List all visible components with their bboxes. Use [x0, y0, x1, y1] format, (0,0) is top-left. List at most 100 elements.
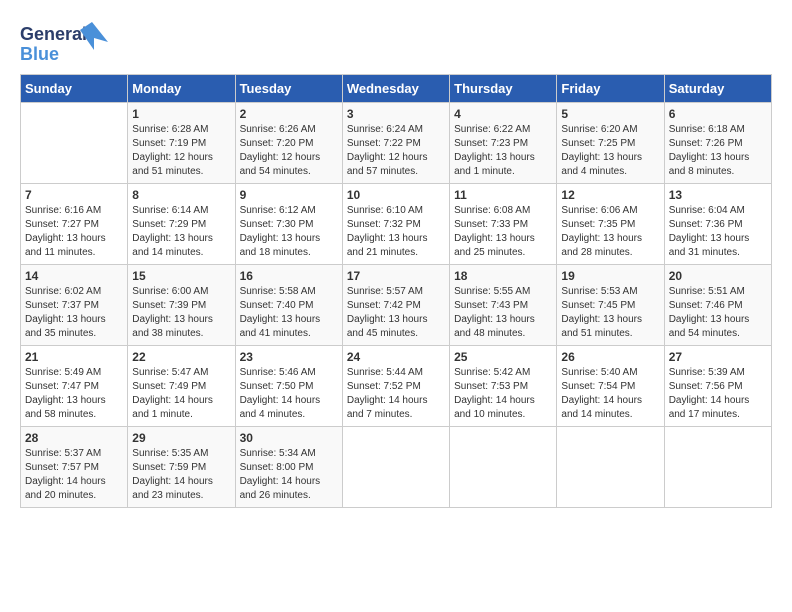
calendar-cell: 21 Sunrise: 5:49 AMSunset: 7:47 PMDayligh… [21, 346, 128, 427]
day-info: Sunrise: 6:12 AMSunset: 7:30 PMDaylight:… [240, 204, 338, 260]
calendar-cell: 2 Sunrise: 6:26 AMSunset: 7:20 PMDaylight… [235, 103, 342, 184]
page-header: GeneralBlue [20, 20, 772, 64]
day-number: 12 [561, 188, 659, 202]
day-info: Sunrise: 5:42 AMSunset: 7:53 PMDaylight:… [454, 366, 552, 422]
day-info: Sunrise: 5:53 AMSunset: 7:45 PMDaylight:… [561, 285, 659, 341]
day-info: Sunrise: 5:37 AMSunset: 7:57 PMDaylight:… [25, 447, 123, 503]
calendar-cell: 28Sunrise: 5:37 AMSunset: 7:57 PMDayligh… [21, 427, 128, 508]
calendar-cell: 14Sunrise: 6:02 AMSunset: 7:37 PMDayligh… [21, 265, 128, 346]
day-number: 15 [132, 269, 230, 283]
day-info: Sunrise: 5:35 AMSunset: 7:59 PMDaylight:… [132, 447, 230, 503]
day-info: Sunrise: 5:40 AMSunset: 7:54 PMDaylight:… [561, 366, 659, 422]
calendar-cell: 1 Sunrise: 6:28 AMSunset: 7:19 PMDaylight… [128, 103, 235, 184]
day-number: 11 [454, 188, 552, 202]
calendar-cell: 26Sunrise: 5:40 AMSunset: 7:54 PMDayligh… [557, 346, 664, 427]
day-info: Sunrise: 5:47 AMSunset: 7:49 PMDaylight:… [132, 366, 230, 422]
calendar-cell: 10Sunrise: 6:10 AMSunset: 7:32 PMDayligh… [342, 184, 449, 265]
calendar-week-row: 14Sunrise: 6:02 AMSunset: 7:37 PMDayligh… [21, 265, 772, 346]
day-number: 29 [132, 431, 230, 445]
calendar-cell: 13 Sunrise: 6:04 AMSunset: 7:36 PMDayligh… [664, 184, 771, 265]
day-number: 14 [25, 269, 123, 283]
calendar-week-row: 21 Sunrise: 5:49 AMSunset: 7:47 PMDayligh… [21, 346, 772, 427]
day-info: Sunrise: 6:00 AMSunset: 7:39 PMDaylight:… [132, 285, 230, 341]
day-info: Sunrise: 5:39 AMSunset: 7:56 PMDaylight:… [669, 366, 767, 422]
day-info: Sunrise: 5:46 AMSunset: 7:50 PMDaylight:… [240, 366, 338, 422]
calendar-cell: 17 Sunrise: 5:57 AMSunset: 7:42 PMDayligh… [342, 265, 449, 346]
day-number: 16 [240, 269, 338, 283]
calendar-cell [450, 427, 557, 508]
day-number: 17 [347, 269, 445, 283]
day-info: Sunrise: 6:08 AMSunset: 7:33 PMDaylight:… [454, 204, 552, 260]
calendar-cell [342, 427, 449, 508]
calendar-cell: 22Sunrise: 5:47 AMSunset: 7:49 PMDayligh… [128, 346, 235, 427]
calendar-cell: 4 Sunrise: 6:22 AMSunset: 7:23 PMDaylight… [450, 103, 557, 184]
calendar-cell: 15 Sunrise: 6:00 AMSunset: 7:39 PMDayligh… [128, 265, 235, 346]
day-info: Sunrise: 5:55 AMSunset: 7:43 PMDaylight:… [454, 285, 552, 341]
calendar-cell: 8Sunrise: 6:14 AMSunset: 7:29 PMDaylight… [128, 184, 235, 265]
calendar-cell [557, 427, 664, 508]
calendar-cell: 3 Sunrise: 6:24 AMSunset: 7:22 PMDaylight… [342, 103, 449, 184]
day-number: 21 [25, 350, 123, 364]
calendar-week-row: 28Sunrise: 5:37 AMSunset: 7:57 PMDayligh… [21, 427, 772, 508]
logo-svg: GeneralBlue [20, 20, 110, 64]
day-info: Sunrise: 5:49 AMSunset: 7:47 PMDaylight:… [25, 366, 123, 422]
day-number: 2 [240, 107, 338, 121]
header-day: Tuesday [235, 75, 342, 103]
day-info: Sunrise: 5:57 AMSunset: 7:42 PMDaylight:… [347, 285, 445, 341]
calendar-cell: 5Sunrise: 6:20 AMSunset: 7:25 PMDaylight… [557, 103, 664, 184]
day-number: 6 [669, 107, 767, 121]
logo: GeneralBlue [20, 20, 110, 64]
day-info: Sunrise: 5:58 AMSunset: 7:40 PMDaylight:… [240, 285, 338, 341]
day-info: Sunrise: 6:22 AMSunset: 7:23 PMDaylight:… [454, 123, 552, 179]
day-info: Sunrise: 5:44 AMSunset: 7:52 PMDaylight:… [347, 366, 445, 422]
header-day: Monday [128, 75, 235, 103]
day-info: Sunrise: 5:34 AMSunset: 8:00 PMDaylight:… [240, 447, 338, 503]
day-info: Sunrise: 5:51 AMSunset: 7:46 PMDaylight:… [669, 285, 767, 341]
calendar-cell: 9 Sunrise: 6:12 AMSunset: 7:30 PMDaylight… [235, 184, 342, 265]
day-info: Sunrise: 6:14 AMSunset: 7:29 PMDaylight:… [132, 204, 230, 260]
day-info: Sunrise: 6:26 AMSunset: 7:20 PMDaylight:… [240, 123, 338, 179]
calendar-cell [664, 427, 771, 508]
day-info: Sunrise: 6:18 AMSunset: 7:26 PMDaylight:… [669, 123, 767, 179]
calendar-cell: 19Sunrise: 5:53 AMSunset: 7:45 PMDayligh… [557, 265, 664, 346]
header-day: Friday [557, 75, 664, 103]
day-number: 27 [669, 350, 767, 364]
calendar-cell: 11 Sunrise: 6:08 AMSunset: 7:33 PMDayligh… [450, 184, 557, 265]
day-number: 23 [240, 350, 338, 364]
day-number: 9 [240, 188, 338, 202]
day-number: 20 [669, 269, 767, 283]
header-day: Saturday [664, 75, 771, 103]
day-number: 13 [669, 188, 767, 202]
header-day: Wednesday [342, 75, 449, 103]
calendar-cell: 20 Sunrise: 5:51 AMSunset: 7:46 PMDayligh… [664, 265, 771, 346]
day-number: 7 [25, 188, 123, 202]
day-info: Sunrise: 6:24 AMSunset: 7:22 PMDaylight:… [347, 123, 445, 179]
day-number: 24 [347, 350, 445, 364]
calendar-cell: 27 Sunrise: 5:39 AMSunset: 7:56 PMDayligh… [664, 346, 771, 427]
svg-text:General: General [20, 24, 87, 44]
calendar-cell: 18Sunrise: 5:55 AMSunset: 7:43 PMDayligh… [450, 265, 557, 346]
day-info: Sunrise: 6:28 AMSunset: 7:19 PMDaylight:… [132, 123, 230, 179]
day-number: 1 [132, 107, 230, 121]
svg-text:Blue: Blue [20, 44, 59, 64]
day-number: 3 [347, 107, 445, 121]
calendar-cell: 29 Sunrise: 5:35 AMSunset: 7:59 PMDayligh… [128, 427, 235, 508]
calendar-cell: 25Sunrise: 5:42 AMSunset: 7:53 PMDayligh… [450, 346, 557, 427]
day-info: Sunrise: 6:20 AMSunset: 7:25 PMDaylight:… [561, 123, 659, 179]
day-info: Sunrise: 6:16 AMSunset: 7:27 PMDaylight:… [25, 204, 123, 260]
calendar-cell: 23 Sunrise: 5:46 AMSunset: 7:50 PMDayligh… [235, 346, 342, 427]
calendar-cell: 24 Sunrise: 5:44 AMSunset: 7:52 PMDayligh… [342, 346, 449, 427]
calendar-cell: 7 Sunrise: 6:16 AMSunset: 7:27 PMDaylight… [21, 184, 128, 265]
day-info: Sunrise: 6:06 AMSunset: 7:35 PMDaylight:… [561, 204, 659, 260]
calendar-week-row: 7 Sunrise: 6:16 AMSunset: 7:27 PMDaylight… [21, 184, 772, 265]
header-day: Thursday [450, 75, 557, 103]
calendar-table: SundayMondayTuesdayWednesdayThursdayFrid… [20, 74, 772, 508]
calendar-cell [21, 103, 128, 184]
day-info: Sunrise: 6:04 AMSunset: 7:36 PMDaylight:… [669, 204, 767, 260]
calendar-cell: 12 Sunrise: 6:06 AMSunset: 7:35 PMDayligh… [557, 184, 664, 265]
calendar-cell: 30 Sunrise: 5:34 AMSunset: 8:00 PMDayligh… [235, 427, 342, 508]
day-number: 4 [454, 107, 552, 121]
day-info: Sunrise: 6:10 AMSunset: 7:32 PMDaylight:… [347, 204, 445, 260]
header-day: Sunday [21, 75, 128, 103]
day-number: 30 [240, 431, 338, 445]
